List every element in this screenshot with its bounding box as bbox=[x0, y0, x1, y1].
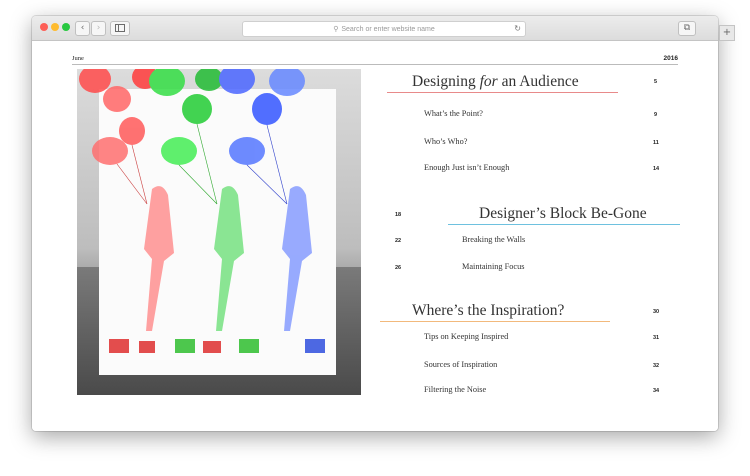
browser-window: ‹ › ⚲ Search or enter website name ↻ ⧉ Ju… bbox=[32, 16, 718, 431]
toc-item-page: 14 bbox=[653, 166, 660, 172]
toc-item-page: 11 bbox=[653, 140, 659, 146]
toc-item[interactable]: Filtering the Noise bbox=[424, 385, 486, 394]
toc-item[interactable]: Enough Just isn’t Enough bbox=[424, 163, 509, 172]
plus-icon: + bbox=[722, 27, 732, 38]
back-button[interactable]: ‹ bbox=[75, 21, 90, 36]
new-tab-button[interactable]: + bbox=[719, 25, 735, 41]
forward-arrow-icon: › bbox=[96, 23, 101, 33]
address-placeholder: Search or enter website name bbox=[341, 26, 435, 33]
section-3-page: 30 bbox=[653, 309, 660, 315]
tabs-overview-button[interactable]: ⧉ bbox=[678, 21, 696, 36]
section-title-1[interactable]: Designing for an Audience bbox=[412, 73, 579, 91]
header-rule bbox=[72, 64, 678, 65]
section-title-3[interactable]: Where’s the Inspiration? bbox=[412, 302, 564, 320]
sidebar-icon bbox=[115, 24, 125, 32]
page-content: June 2016 Designing for an Audience 5 Wh… bbox=[32, 41, 718, 431]
issue-month: June bbox=[72, 55, 84, 62]
close-window-button[interactable] bbox=[40, 23, 48, 31]
toc-item[interactable]: Who’s Who? bbox=[424, 137, 467, 146]
toc-item-page: 26 bbox=[395, 265, 402, 271]
zoom-window-button[interactable] bbox=[62, 23, 70, 31]
address-bar[interactable]: ⚲ Search or enter website name ↻ bbox=[242, 21, 526, 37]
cover-photo bbox=[77, 69, 361, 395]
forward-button[interactable]: › bbox=[91, 21, 106, 36]
section-1-underline bbox=[387, 92, 618, 93]
back-arrow-icon: ‹ bbox=[80, 23, 85, 33]
toc-item-page: 31 bbox=[653, 335, 660, 341]
toc-item-page: 22 bbox=[395, 238, 402, 244]
tabs-icon: ⧉ bbox=[683, 23, 691, 33]
balloons-and-figures-image bbox=[79, 69, 325, 353]
search-icon: ⚲ bbox=[333, 25, 339, 33]
toc-item[interactable]: Maintaining Focus bbox=[462, 262, 524, 271]
toc-item[interactable]: What’s the Point? bbox=[424, 109, 483, 118]
issue-year: 2016 bbox=[663, 55, 678, 62]
browser-toolbar: ‹ › ⚲ Search or enter website name ↻ ⧉ bbox=[32, 16, 718, 41]
toc-item[interactable]: Tips on Keeping Inspired bbox=[424, 332, 508, 341]
section-2-underline bbox=[448, 224, 680, 225]
toc-item[interactable]: Sources of Inspiration bbox=[424, 360, 497, 369]
section-1-page: 5 bbox=[654, 79, 658, 85]
toc-item-page: 34 bbox=[653, 388, 660, 394]
sidebar-toggle-button[interactable] bbox=[110, 21, 130, 36]
section-2-page: 18 bbox=[395, 212, 402, 218]
reload-icon[interactable]: ↻ bbox=[514, 22, 521, 36]
minimize-window-button[interactable] bbox=[51, 23, 59, 31]
toc-item[interactable]: Breaking the Walls bbox=[462, 235, 525, 244]
toc-item-page: 32 bbox=[653, 363, 660, 369]
section-title-2[interactable]: Designer’s Block Be-Gone bbox=[479, 205, 647, 223]
toc-item-page: 9 bbox=[654, 112, 658, 118]
section-3-underline bbox=[380, 321, 610, 322]
